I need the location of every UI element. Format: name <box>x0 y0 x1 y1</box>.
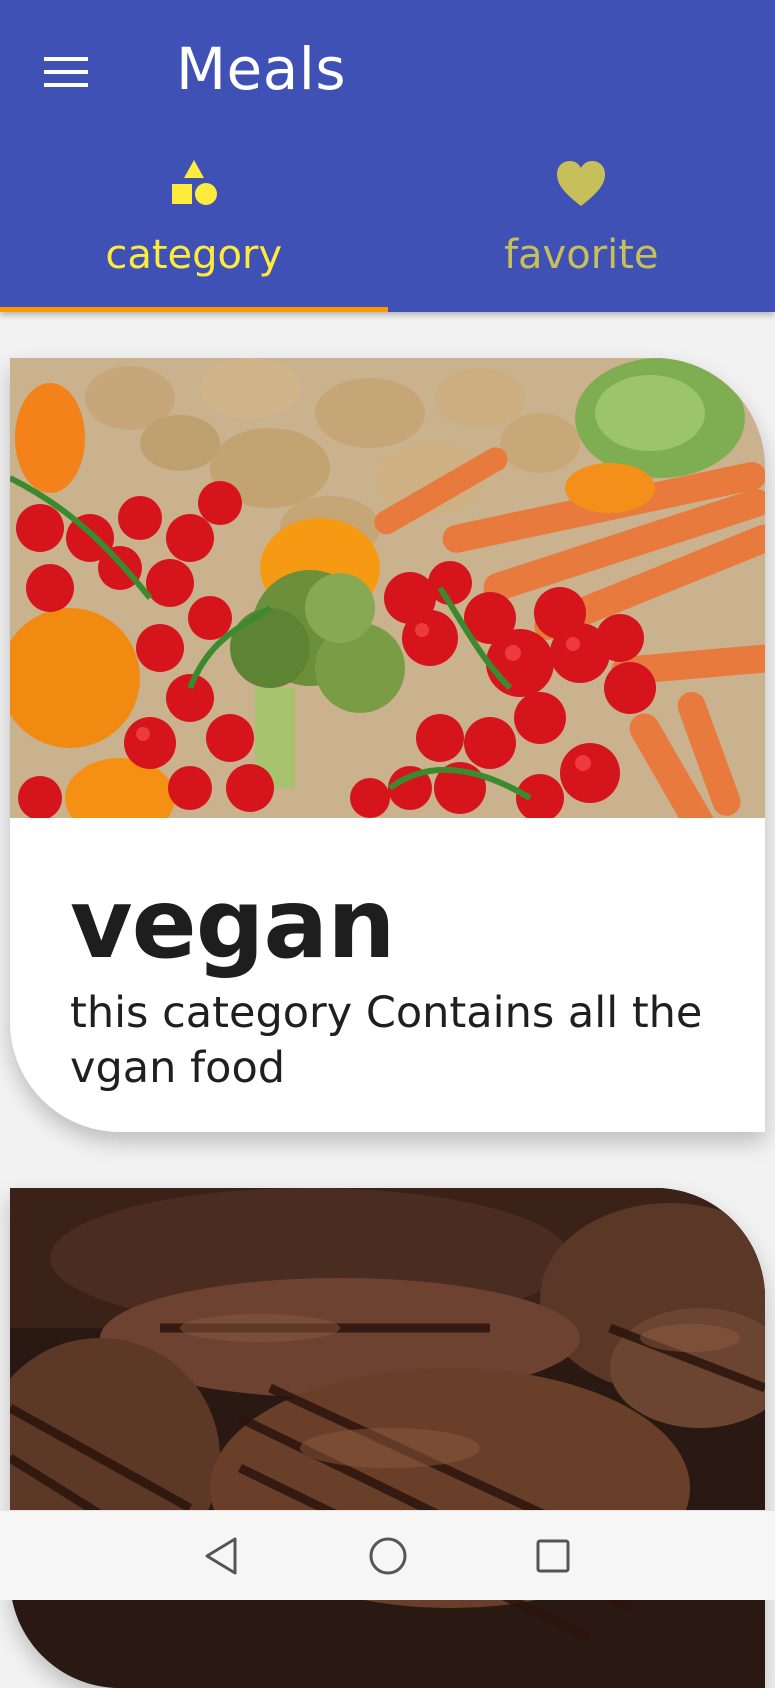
tab-favorite-label: favorite <box>504 232 659 278</box>
tab-favorite[interactable]: favorite <box>388 140 775 312</box>
tab-indicator <box>0 307 388 312</box>
tab-category-label: category <box>105 232 282 278</box>
shapes-icon <box>168 158 220 210</box>
vegetables-photo <box>10 358 765 818</box>
home-circle-icon <box>368 1536 408 1576</box>
system-navigation-bar <box>0 1510 775 1600</box>
app-title: Meals <box>176 30 346 108</box>
tab-bar: category favorite <box>0 140 775 312</box>
back-triangle-icon <box>204 1536 238 1576</box>
recents-square-icon <box>535 1538 571 1574</box>
category-description: this category Contains all the vgan food <box>70 986 710 1096</box>
category-card[interactable] <box>10 1188 765 1688</box>
menu-button[interactable] <box>34 40 98 104</box>
heart-icon <box>555 158 607 210</box>
recents-button[interactable] <box>508 1511 598 1600</box>
back-button[interactable] <box>176 1511 266 1600</box>
card-text: vegan this category Contains all the vga… <box>10 818 765 1096</box>
app-bar: Meals category favorite <box>0 0 775 312</box>
category-card[interactable]: vegan this category Contains all the vga… <box>10 358 765 1132</box>
category-title: vegan <box>70 868 765 980</box>
grilled-burgers-photo <box>10 1188 765 1688</box>
home-button[interactable] <box>343 1511 433 1600</box>
hamburger-menu-icon <box>44 56 88 88</box>
tab-category[interactable]: category <box>0 140 388 312</box>
